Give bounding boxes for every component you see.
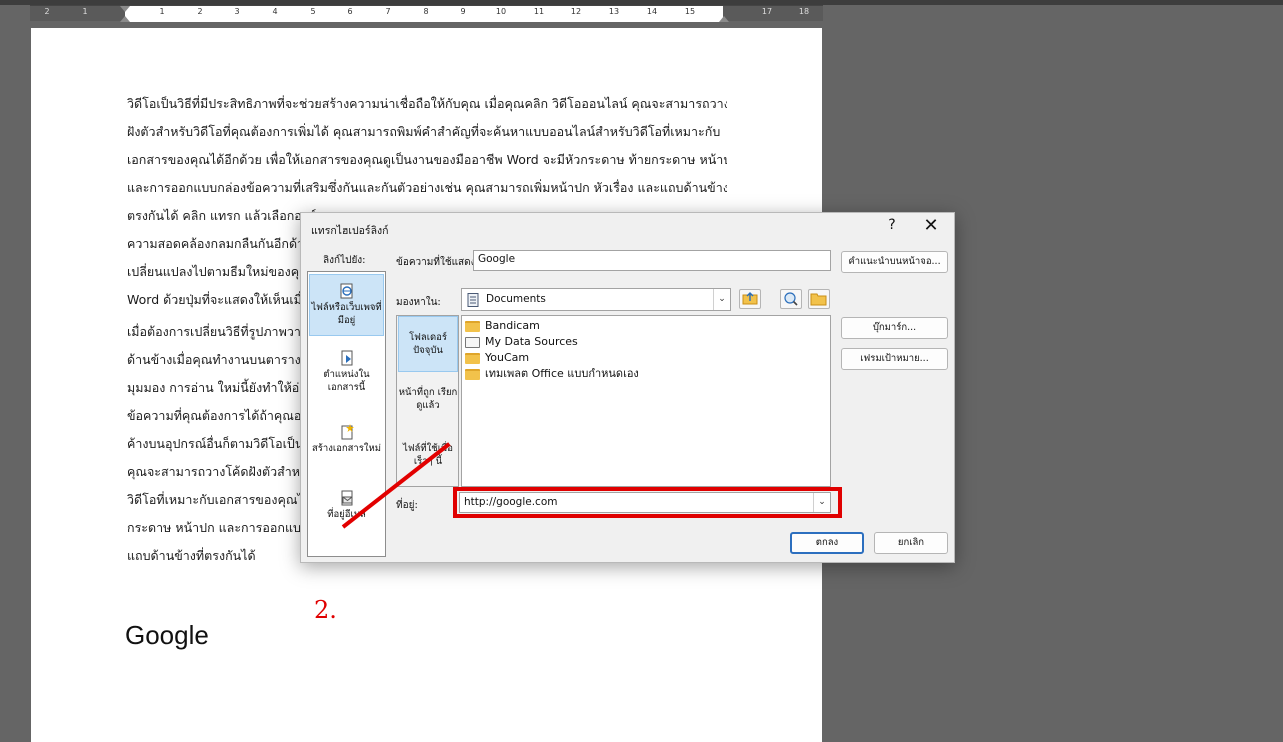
documents-folder-icon [467, 293, 479, 307]
highlight-box [453, 487, 842, 518]
link-to-panel: ไฟล์หรือเว็บเพจที่มีอยู่ ตำแหน่งใน เอกสา… [307, 271, 386, 557]
place-browsed-pages[interactable]: หน้าที่ถูก เรียกดูแล้ว [398, 386, 458, 416]
right-indent-marker[interactable] [719, 16, 729, 22]
document-heading: Google [125, 620, 209, 650]
text-line: เอกสารของคุณได้อีกด้วย เพื่อให้เอกสารของ… [127, 152, 727, 167]
target-frame-button[interactable]: เฟรมเป้าหมาย... [841, 348, 948, 370]
step-label: 2. [314, 596, 337, 624]
place-current-folder[interactable]: โฟลเดอร์ ปัจจุบัน [398, 316, 458, 372]
look-in-dropdown[interactable]: Documents ⌄ [461, 288, 731, 311]
file-list[interactable]: Bandicam My Data Sources YouCam เทมเพลต … [461, 315, 831, 487]
file-name: My Data Sources [485, 335, 578, 348]
list-item[interactable]: Bandicam [465, 318, 540, 334]
ruler-tick: 14 [646, 7, 658, 16]
text-to-display-input[interactable]: Google [473, 250, 831, 271]
horizontal-ruler[interactable]: 2 1 1 2 3 4 5 6 7 8 9 10 11 12 13 14 15 … [30, 5, 823, 22]
up-folder-icon [742, 292, 758, 305]
data-source-icon [465, 336, 480, 348]
close-button[interactable]: ✕ [919, 215, 943, 236]
ruler-tick: 2 [44, 7, 50, 16]
list-item[interactable]: YouCam [465, 350, 529, 366]
help-button[interactable]: ? [882, 217, 902, 233]
ruler-tick: 11 [533, 7, 545, 16]
link-to-label: ลิงก์ไปยัง: [323, 255, 366, 266]
link-to-item-label: สร้างเอกสารใหม่ [312, 443, 381, 454]
left-indent-marker[interactable] [120, 16, 130, 22]
document-place-icon [341, 350, 352, 366]
link-to-existing-file[interactable]: ไฟล์หรือเว็บเพจที่มีอยู่ [309, 274, 384, 336]
ruler-tick: 1 [159, 7, 165, 16]
text-line: วิดีโอเป็นวิธีที่มีประสิทธิภาพที่จะช่วยส… [127, 96, 727, 111]
folder-icon [465, 320, 480, 332]
ruler-tick: 9 [460, 7, 466, 16]
list-item[interactable]: My Data Sources [465, 334, 578, 350]
ruler-tick: 5 [310, 7, 316, 16]
text-to-display-label: ข้อความที่ใช้แสดง: [396, 257, 479, 268]
up-folder-button[interactable] [739, 289, 761, 309]
folder-icon [465, 352, 480, 364]
text-line: และการออกแบบกล่องข้อความที่เสริมซึ่งกันแ… [127, 180, 727, 195]
ruler-tick: 2 [197, 7, 203, 16]
email-icon [341, 490, 352, 506]
ruler-tick: 15 [684, 7, 696, 16]
ruler-tick: 8 [423, 7, 429, 16]
ok-button[interactable]: ตกลง [790, 532, 864, 554]
ruler-tick: 10 [495, 7, 507, 16]
link-to-item-label: ตำแหน่งใน เอกสารนี้ [323, 369, 370, 393]
ruler-tick: 1 [82, 7, 88, 16]
new-document-icon [341, 424, 354, 440]
file-name: เทมเพลต Office แบบกำหนดเอง [485, 367, 639, 380]
folder-icon [465, 368, 480, 380]
ruler-tick: 3 [234, 7, 240, 16]
link-to-new-document[interactable]: สร้างเอกสารใหม่ [309, 424, 384, 464]
ruler-tick: 4 [272, 7, 278, 16]
bookmark-button[interactable]: บุ๊กมาร์ก... [841, 317, 948, 339]
ruler-tick: 7 [385, 7, 391, 16]
browse-web-button[interactable] [780, 289, 802, 309]
open-folder-icon [810, 293, 827, 306]
list-item[interactable]: เทมเพลต Office แบบกำหนดเอง [465, 366, 639, 382]
cancel-button[interactable]: ยกเลิก [874, 532, 948, 554]
address-label: ที่อยู่: [396, 500, 418, 511]
link-to-item-label: ไฟล์หรือเว็บเพจที่มีอยู่ [311, 302, 382, 326]
text-line: ฝังตัวสำหรับวิดีโอที่คุณต้องการเพิ่มได้ … [127, 124, 721, 139]
browse-web-icon [784, 292, 798, 306]
ruler-tick: 6 [347, 7, 353, 16]
file-name: Bandicam [485, 319, 540, 332]
web-page-icon [340, 283, 352, 299]
browse-file-button[interactable] [808, 289, 830, 309]
first-line-indent-marker[interactable] [120, 6, 130, 12]
ruler-tick: 18 [798, 7, 810, 16]
ruler-tick: 13 [608, 7, 620, 16]
dialog-title: แทรกไฮเปอร์ลิงก์ [311, 225, 389, 237]
file-name: YouCam [485, 351, 530, 364]
link-to-place-in-document[interactable]: ตำแหน่งใน เอกสารนี้ [309, 350, 384, 404]
look-in-label: มองหาใน: [396, 297, 441, 308]
ruler-tick: 12 [570, 7, 582, 16]
chevron-down-icon[interactable]: ⌄ [713, 289, 730, 310]
look-in-value: Documents [486, 293, 546, 305]
screentip-button[interactable]: คำแนะนำบนหน้าจอ... [841, 251, 948, 273]
ruler-tick: 17 [761, 7, 773, 16]
